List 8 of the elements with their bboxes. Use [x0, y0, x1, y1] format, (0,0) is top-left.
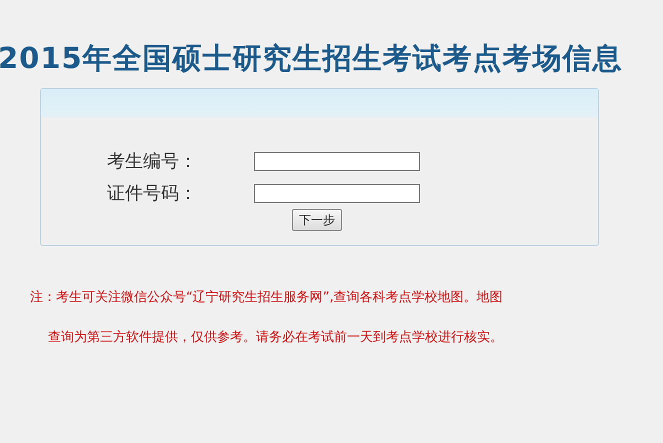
field-label: 考生编号： — [106, 150, 198, 174]
page-title: 2015年全国硕士研究生招生考试考点考场信息 — [0, 40, 624, 76]
input-field[interactable] — [254, 152, 420, 170]
field-label: 证件号码： — [106, 182, 198, 206]
note-text: 注：考生可关注微信公众号“辽宁研究生招生服务网”,查询各科考点学校地图。地图 — [30, 289, 504, 307]
note-text: 查询为第三方软件提供，仅供参考。请务必在考试前一天到考点学校进行核实。 — [48, 328, 504, 346]
input-field[interactable] — [254, 184, 420, 202]
next-button[interactable]: 下一步 — [292, 209, 342, 231]
